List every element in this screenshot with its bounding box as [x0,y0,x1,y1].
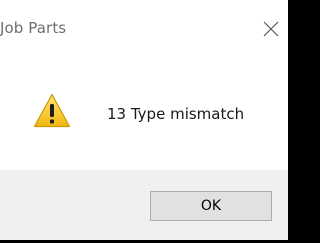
close-icon [263,21,279,37]
warning-icon [33,93,71,129]
dialog-content: 13 Type mismatch [0,58,288,170]
window-title: Job Parts [0,19,67,37]
title-bar[interactable]: Job Parts [0,0,288,58]
message-dialog: Job Parts 13 Type mismatch OK [0,0,288,240]
ok-button[interactable]: OK [150,191,272,221]
button-bar: OK [0,170,288,240]
error-message: 13 Type mismatch [107,105,245,123]
close-button[interactable] [260,18,282,40]
